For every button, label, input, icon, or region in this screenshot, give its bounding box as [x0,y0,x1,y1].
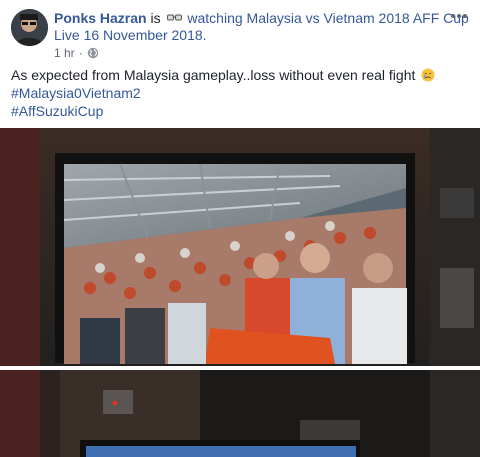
author-name[interactable]: Ponks Hazran [54,10,147,26]
hashtag-malaysia0vietnam2[interactable]: #Malaysia0Vietnam2 [11,84,471,102]
crying-face-icon [421,68,435,82]
more-options-icon[interactable] [448,8,470,24]
watching-glasses-icon [166,10,182,22]
post-text: As expected from Malaysia gameplay..loss… [11,67,416,83]
activity-link[interactable]: watching Malaysia vs Vietnam 2018 AFF Cu… [187,10,468,26]
post-photo-second[interactable] [0,370,480,457]
post-body: As expected from Malaysia gameplay..loss… [11,66,471,120]
post-header: Ponks Hazran is watching Malaysia vs Vie… [54,9,469,27]
meta-separator: · [78,46,83,60]
hashtag-affsuzukicup[interactable]: #AffSuzukiCup [11,102,471,120]
author-avatar[interactable] [11,9,48,46]
event-date[interactable]: Live 16 November 2018. [54,27,207,43]
verb-text: is [150,10,161,26]
post-text-line: As expected from Malaysia gameplay..loss… [11,66,471,84]
post-meta: 1 hr · [54,46,99,60]
globe-icon[interactable] [87,47,99,59]
facebook-post: Ponks Hazran is watching Malaysia vs Vie… [0,0,480,457]
post-timestamp[interactable]: 1 hr [54,46,75,60]
post-photo-tv-broadcast[interactable] [0,128,480,366]
